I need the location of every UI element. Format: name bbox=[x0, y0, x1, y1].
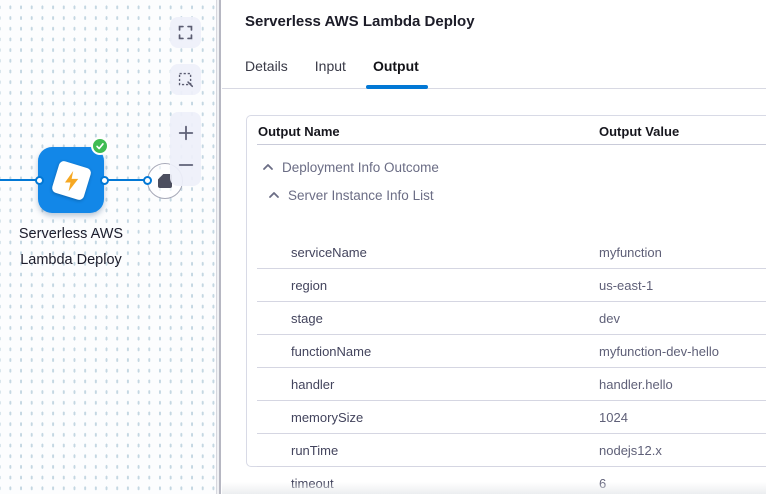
zoom-in-icon bbox=[177, 124, 195, 142]
zoom-out-button[interactable] bbox=[170, 152, 201, 178]
output-table-card: Output Name Output Value Deployment Info… bbox=[246, 115, 766, 467]
output-name: serviceName bbox=[291, 245, 367, 260]
status-success-badge bbox=[91, 137, 109, 155]
tab-bar: Details Input Output bbox=[245, 58, 419, 74]
table-row: serviceName myfunction bbox=[247, 236, 766, 269]
zoom-controls bbox=[170, 112, 201, 186]
marquee-select-button[interactable] bbox=[170, 64, 201, 95]
group-label: Server Instance Info List bbox=[288, 188, 434, 203]
fullscreen-button[interactable] bbox=[170, 17, 201, 48]
output-value: myfunction-dev-hello bbox=[599, 344, 719, 359]
output-name: stage bbox=[291, 311, 323, 326]
chevron-up-icon[interactable] bbox=[262, 161, 274, 173]
table-header-rule bbox=[257, 144, 766, 145]
column-header-output-name: Output Name bbox=[258, 124, 340, 139]
output-value: dev bbox=[599, 311, 620, 326]
output-value: handler.hello bbox=[599, 377, 673, 392]
step-node-label: Serverless AWS Lambda Deploy bbox=[0, 221, 151, 273]
group-row-deployment-info-outcome[interactable]: Deployment Info Outcome bbox=[247, 153, 766, 181]
tab-input[interactable]: Input bbox=[315, 58, 346, 74]
tabs-divider bbox=[222, 88, 766, 89]
node-port-right[interactable] bbox=[100, 176, 109, 185]
output-name: runTime bbox=[291, 443, 338, 458]
group-row-server-instance-info-list[interactable]: Server Instance Info List bbox=[247, 181, 766, 209]
zoom-out-icon bbox=[177, 156, 195, 174]
active-tab-indicator bbox=[366, 85, 428, 89]
lambda-diamond bbox=[50, 159, 91, 200]
chevron-up-icon[interactable] bbox=[268, 189, 280, 201]
output-name: memorySize bbox=[291, 410, 363, 425]
output-name: functionName bbox=[291, 344, 371, 359]
lambda-bolt-icon bbox=[60, 169, 82, 191]
group-label: Deployment Info Outcome bbox=[282, 160, 439, 175]
page-title: Serverless AWS Lambda Deploy bbox=[245, 13, 475, 30]
table-row: functionName myfunction-dev-hello bbox=[247, 335, 766, 368]
pipeline-canvas[interactable]: Serverless AWS Lambda Deploy bbox=[0, 0, 216, 494]
edge-incoming bbox=[0, 179, 38, 181]
zoom-in-button[interactable] bbox=[170, 120, 201, 146]
table-row: handler handler.hello bbox=[247, 368, 766, 401]
node-port-left[interactable] bbox=[35, 176, 44, 185]
output-name: handler bbox=[291, 377, 334, 392]
output-name: region bbox=[291, 278, 327, 293]
output-value: us-east-1 bbox=[599, 278, 653, 293]
end-node-port[interactable] bbox=[143, 176, 152, 185]
tab-details[interactable]: Details bbox=[245, 58, 288, 74]
step-detail-panel: Serverless AWS Lambda Deploy Details Inp… bbox=[222, 0, 766, 494]
canvas-panel-divider[interactable] bbox=[216, 0, 222, 494]
fullscreen-icon bbox=[177, 24, 194, 41]
table-header-row: Output Name Output Value bbox=[247, 116, 766, 144]
column-header-output-value: Output Value bbox=[599, 124, 679, 139]
step-node-serverless-lambda-deploy[interactable] bbox=[38, 147, 104, 213]
table-row: memorySize 1024 bbox=[247, 401, 766, 434]
app-window: Serverless AWS Lambda Deploy bbox=[0, 0, 766, 494]
output-value: myfunction bbox=[599, 245, 662, 260]
edge-outgoing bbox=[106, 179, 148, 181]
check-icon bbox=[95, 141, 105, 151]
table-row: stage dev bbox=[247, 302, 766, 335]
table-row: runTime nodejs12.x bbox=[247, 434, 766, 467]
table-row: region us-east-1 bbox=[247, 269, 766, 302]
marquee-select-icon bbox=[177, 71, 194, 88]
tab-output[interactable]: Output bbox=[373, 58, 419, 74]
panel-bottom-fade bbox=[222, 482, 766, 494]
output-rows: serviceName myfunction region us-east-1 … bbox=[247, 236, 766, 494]
output-value: nodejs12.x bbox=[599, 443, 662, 458]
output-value: 1024 bbox=[599, 410, 628, 425]
